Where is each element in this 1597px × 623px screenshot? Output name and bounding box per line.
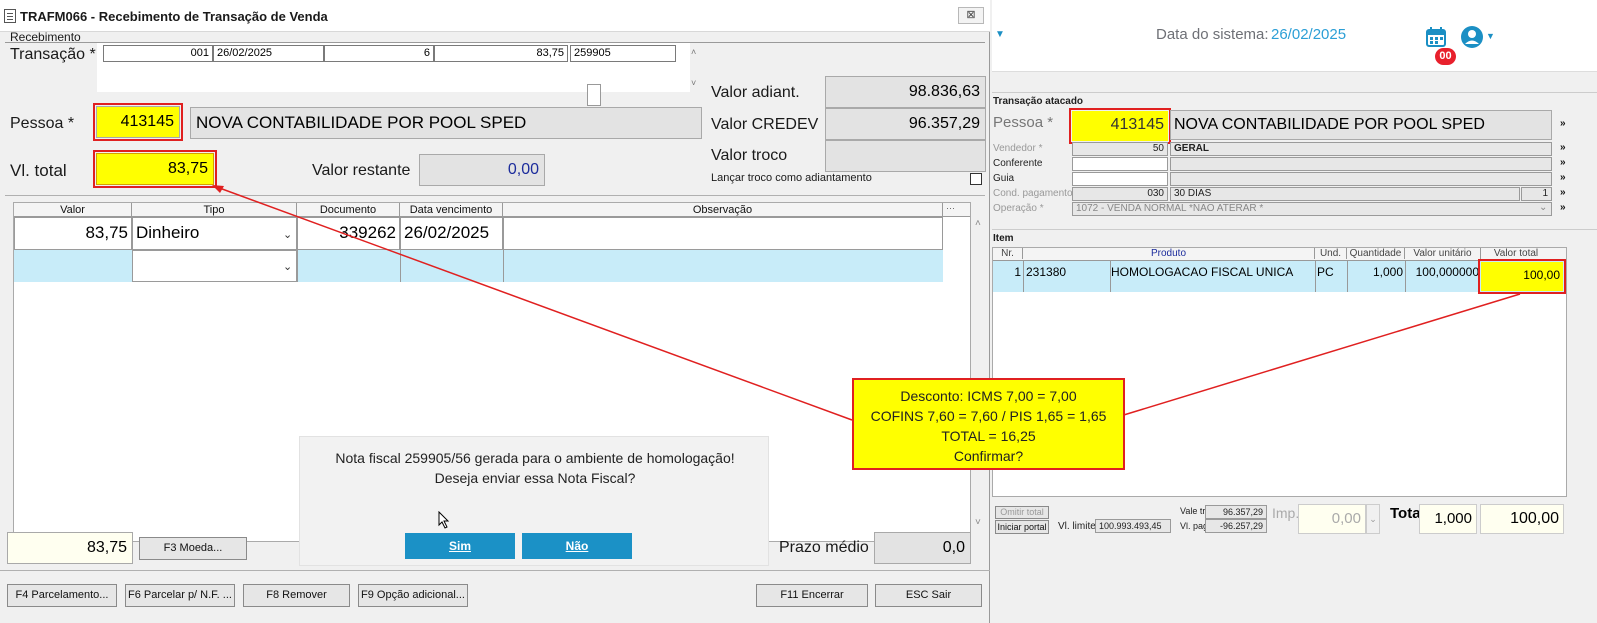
arrow-to-note [1067, 293, 1521, 433]
dialog-line-1: Nota fiscal 259905/56 gerada para o ambi… [335, 450, 735, 466]
note-line-3: TOTAL = 16,25 [941, 428, 1036, 444]
no-button[interactable]: Não [522, 533, 632, 559]
note-line-1: Desconto: ICMS 7,00 = 7,00 [900, 388, 1077, 404]
confirm-dialog: Nota fiscal 259905/56 gerada para o ambi… [299, 436, 769, 566]
annotation-arrows [212, 185, 1521, 434]
arrow-head [212, 185, 224, 193]
note-line-2: COFINS 7,60 = 7,60 / PIS 1,65 = 1,65 [870, 408, 1107, 424]
discount-note: Desconto: ICMS 7,00 = 7,00 COFINS 7,60 =… [852, 378, 1125, 470]
dialog-line-2: Deseja enviar essa Nota Fiscal? [434, 470, 636, 486]
mouse-cursor-icon [438, 510, 450, 529]
yes-button[interactable]: Sim [405, 533, 515, 559]
note-line-4: Confirmar? [953, 448, 1024, 464]
arrow-to-vl-total [213, 185, 853, 421]
